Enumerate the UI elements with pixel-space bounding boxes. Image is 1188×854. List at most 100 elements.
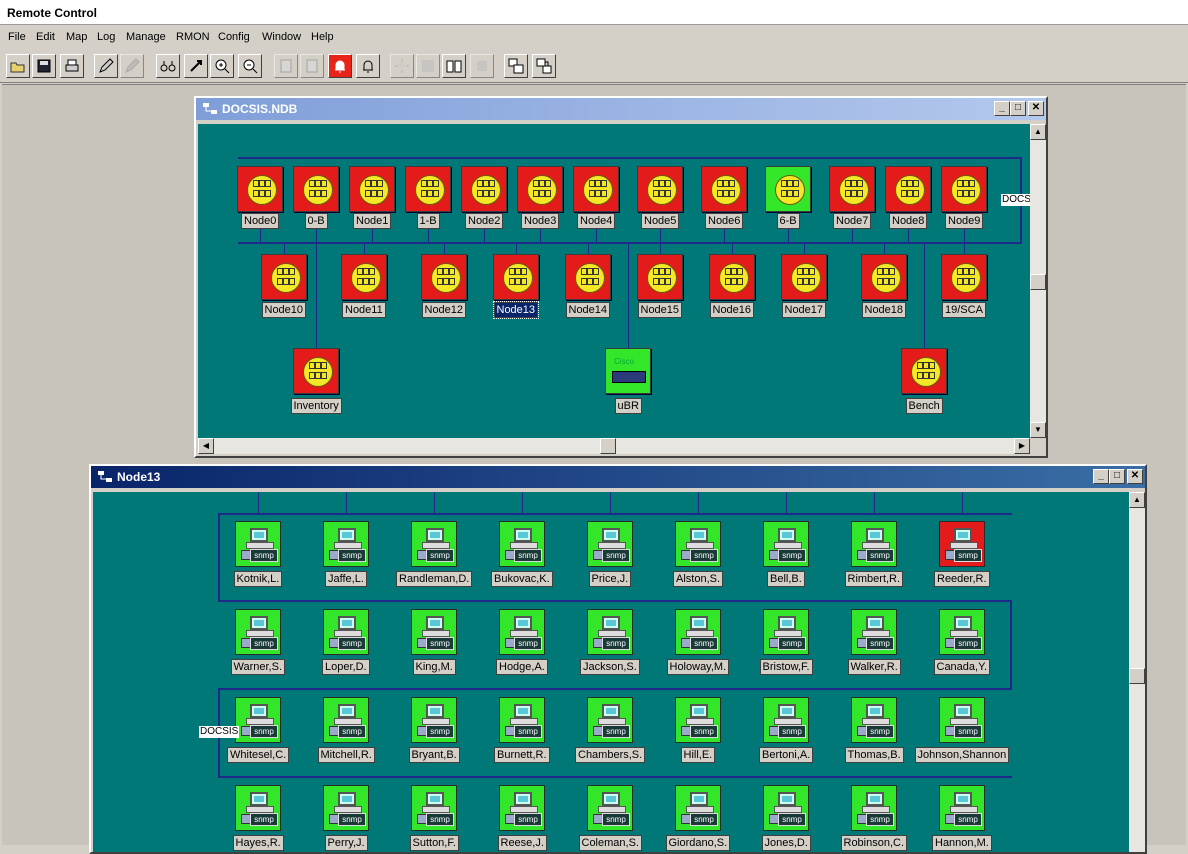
hub-node-icon[interactable] [421, 254, 467, 300]
maximize-button[interactable]: □ [1109, 469, 1125, 484]
open-button[interactable] [6, 54, 30, 78]
close-button[interactable]: ✕ [1028, 101, 1044, 116]
hub-node-icon[interactable] [517, 166, 563, 212]
snmp-host-icon[interactable]: snmp [411, 697, 457, 743]
snmp-host-icon[interactable]: snmp [851, 609, 897, 655]
docsis-vertical-scrollbar[interactable]: ▲ ▼ [1030, 124, 1046, 438]
hub-node-icon[interactable] [709, 254, 755, 300]
docsis-horizontal-scrollbar[interactable]: ◀ ▶ [198, 438, 1030, 454]
zoom-out-button[interactable] [238, 54, 262, 78]
scroll-up-button[interactable]: ▲ [1129, 492, 1145, 508]
link-button[interactable] [184, 54, 208, 78]
hub-node-icon[interactable] [901, 348, 947, 394]
node13-vertical-scrollbar[interactable]: ▲ [1129, 492, 1145, 852]
snmp-host-icon[interactable]: snmp [675, 521, 721, 567]
menu-log[interactable]: Log [97, 31, 115, 43]
snmp-host-icon[interactable]: snmp [675, 785, 721, 831]
snmp-host-icon[interactable]: snmp [587, 697, 633, 743]
scroll-thumb[interactable] [1030, 274, 1046, 290]
snmp-host-icon[interactable]: snmp [235, 697, 281, 743]
hub-node-icon[interactable] [637, 254, 683, 300]
alarm-button[interactable] [328, 54, 352, 78]
snmp-host-icon[interactable]: snmp [411, 609, 457, 655]
menu-edit[interactable]: Edit [36, 31, 55, 43]
draw-disabled-button[interactable] [120, 54, 144, 78]
hub-node-icon[interactable] [861, 254, 907, 300]
hub-node-icon[interactable] [573, 166, 619, 212]
hub-node-icon[interactable] [885, 166, 931, 212]
burst-button[interactable] [390, 54, 414, 78]
snmp-host-icon[interactable]: snmp [939, 785, 985, 831]
save-button[interactable] [32, 54, 56, 78]
snmp-host-icon[interactable]: snmp [939, 609, 985, 655]
scroll-left-button[interactable]: ◀ [198, 438, 214, 454]
snmp-host-icon[interactable]: snmp [675, 609, 721, 655]
close-button[interactable]: ✕ [1127, 469, 1143, 484]
doc-a-button[interactable] [274, 54, 298, 78]
scroll-up-button[interactable]: ▲ [1030, 124, 1046, 140]
docsis-map-canvas[interactable]: Node0 0-B Node1 1-B Node2 Node3 Node4 Node5 Node… [198, 124, 1030, 438]
snmp-host-icon[interactable]: snmp [763, 521, 809, 567]
snmp-host-icon[interactable]: snmp [939, 521, 985, 567]
book-button[interactable] [442, 54, 466, 78]
hub-node-icon[interactable] [261, 254, 307, 300]
hub-node-icon[interactable] [293, 348, 339, 394]
router-icon[interactable]: Cisco [605, 348, 651, 394]
hub-node-icon[interactable] [293, 166, 339, 212]
menu-window[interactable]: Window [262, 31, 301, 43]
snmp-host-icon[interactable]: snmp [499, 697, 545, 743]
hub-node-icon[interactable] [237, 166, 283, 212]
snmp-host-icon[interactable]: snmp [851, 785, 897, 831]
snmp-host-icon[interactable]: snmp [235, 785, 281, 831]
snmp-host-icon[interactable]: snmp [499, 785, 545, 831]
hub-node-icon[interactable] [349, 166, 395, 212]
menu-map[interactable]: Map [66, 31, 87, 43]
snmp-host-icon[interactable]: snmp [323, 697, 369, 743]
snmp-host-icon[interactable]: snmp [499, 521, 545, 567]
menu-file[interactable]: File [8, 31, 26, 43]
bell-button[interactable] [356, 54, 380, 78]
snmp-host-icon[interactable]: snmp [587, 609, 633, 655]
maximize-button[interactable]: □ [1010, 101, 1026, 116]
snmp-host-icon[interactable]: snmp [499, 609, 545, 655]
doc-b-button[interactable] [300, 54, 324, 78]
minimize-button[interactable]: _ [1093, 469, 1109, 484]
snmp-host-icon[interactable]: snmp [939, 697, 985, 743]
hub-node-icon[interactable] [701, 166, 747, 212]
hub-node-icon[interactable] [405, 166, 451, 212]
snmp-host-icon[interactable]: snmp [235, 521, 281, 567]
snmp-host-icon[interactable]: snmp [411, 521, 457, 567]
snmp-host-icon[interactable]: snmp [235, 609, 281, 655]
snmp-host-icon[interactable]: snmp [587, 521, 633, 567]
draw-button[interactable] [94, 54, 118, 78]
menu-manage[interactable]: Manage [126, 31, 166, 43]
hub-node-icon[interactable] [781, 254, 827, 300]
snmp-host-icon[interactable]: snmp [763, 697, 809, 743]
hub-node-icon[interactable] [493, 254, 539, 300]
snmp-host-icon[interactable]: snmp [763, 609, 809, 655]
menu-config[interactable]: Config [218, 31, 250, 43]
snmp-host-icon[interactable]: snmp [323, 785, 369, 831]
node13-window-title-bar[interactable]: Node13 _ □ ✕ [91, 466, 1145, 488]
doc-disabled-button[interactable] [470, 54, 494, 78]
snmp-host-icon[interactable]: snmp [323, 521, 369, 567]
hub-node-icon[interactable] [341, 254, 387, 300]
grid-button[interactable] [416, 54, 440, 78]
snmp-host-icon[interactable]: snmp [851, 697, 897, 743]
cascade-button[interactable] [532, 54, 556, 78]
hub-node-icon[interactable] [565, 254, 611, 300]
snmp-host-icon[interactable]: snmp [323, 609, 369, 655]
snmp-host-icon[interactable]: snmp [763, 785, 809, 831]
node13-map-canvas[interactable]: snmp Kotnik,L. snmp Jaffe,L. snmp Randleman,D… [93, 492, 1129, 852]
snmp-host-icon[interactable]: snmp [411, 785, 457, 831]
hub-node-icon[interactable] [637, 166, 683, 212]
find-button[interactable] [156, 54, 180, 78]
menu-rmon[interactable]: RMON [176, 31, 210, 43]
hub-node-icon[interactable] [941, 166, 987, 212]
zoom-in-button[interactable] [210, 54, 234, 78]
scroll-thumb[interactable] [1129, 668, 1145, 684]
hub-node-icon[interactable] [941, 254, 987, 300]
snmp-host-icon[interactable]: snmp [675, 697, 721, 743]
scroll-thumb[interactable] [600, 438, 616, 454]
hub-node-icon[interactable] [461, 166, 507, 212]
